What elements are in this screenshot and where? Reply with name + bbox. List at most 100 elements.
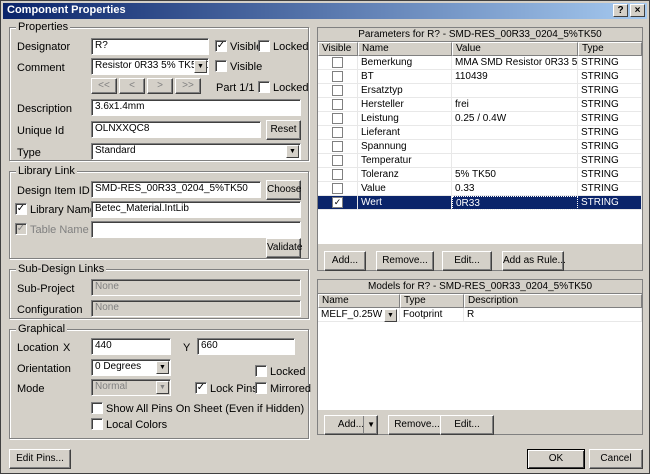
- parameter-row[interactable]: Temperatur STRING: [318, 154, 642, 168]
- part-locked-checkbox[interactable]: [258, 81, 270, 93]
- graphical-locked-checkbox[interactable]: [255, 365, 267, 377]
- value-cell[interactable]: [452, 84, 578, 98]
- visible-cell[interactable]: [318, 154, 358, 168]
- choose-button[interactable]: Choose: [266, 180, 301, 200]
- designator-input[interactable]: R?: [91, 38, 209, 55]
- visible-checkbox[interactable]: [332, 127, 343, 138]
- local-colors-checkbox[interactable]: [91, 418, 103, 430]
- help-button[interactable]: ?: [613, 4, 628, 17]
- parameter-row[interactable]: ✓ Wert 0R33 STRING: [318, 196, 642, 210]
- table-name-input[interactable]: [91, 221, 301, 238]
- sub-project-input[interactable]: None: [91, 279, 301, 296]
- mirrored-checkbox[interactable]: [255, 382, 267, 394]
- visible-checkbox[interactable]: ✓: [332, 197, 343, 208]
- value-cell[interactable]: frei: [452, 98, 578, 112]
- visible-checkbox[interactable]: [332, 155, 343, 166]
- visible-cell[interactable]: [318, 126, 358, 140]
- value-cell[interactable]: 0.25 / 0.4W: [452, 112, 578, 126]
- model-remove-button[interactable]: Remove...: [388, 415, 446, 435]
- lock-pins-checkbox[interactable]: ✓: [195, 382, 207, 394]
- location-y-input[interactable]: 660: [197, 338, 295, 355]
- param-remove-button[interactable]: Remove...: [376, 251, 434, 271]
- visible-cell[interactable]: [318, 98, 358, 112]
- visible-cell[interactable]: [318, 140, 358, 154]
- ok-button[interactable]: OK: [527, 449, 585, 469]
- show-all-pins-checkbox[interactable]: [91, 402, 103, 414]
- column-model-description[interactable]: Description: [464, 294, 642, 308]
- model-row[interactable]: MELF_0.25W ▼ Footprint R: [318, 308, 642, 322]
- param-edit-button[interactable]: Edit...: [442, 251, 492, 271]
- parameter-row[interactable]: Ersatztyp STRING: [318, 84, 642, 98]
- prev-part-button[interactable]: <: [119, 78, 145, 94]
- value-cell[interactable]: 110439: [452, 70, 578, 84]
- library-name-checkbox[interactable]: ✓: [15, 203, 27, 215]
- mode-select[interactable]: Normal ▼: [91, 379, 171, 396]
- visible-cell[interactable]: ✓: [318, 196, 358, 210]
- parameter-row[interactable]: Value 0.33 STRING: [318, 182, 642, 196]
- column-model-type[interactable]: Type: [400, 294, 464, 308]
- table-name-checkbox[interactable]: ✓: [15, 223, 27, 235]
- visible-checkbox[interactable]: [332, 71, 343, 82]
- model-edit-button[interactable]: Edit...: [440, 415, 494, 435]
- last-part-button[interactable]: >>: [175, 78, 201, 94]
- parameter-row[interactable]: BT 110439 STRING: [318, 70, 642, 84]
- reset-button[interactable]: Reset: [266, 120, 301, 140]
- visible-cell[interactable]: [318, 70, 358, 84]
- parameter-row[interactable]: Lieferant STRING: [318, 126, 642, 140]
- visible-cell[interactable]: [318, 84, 358, 98]
- edit-pins-button[interactable]: Edit Pins...: [9, 449, 71, 469]
- unique-id-input[interactable]: OLNXXQC8: [91, 121, 261, 138]
- visible-checkbox[interactable]: [332, 183, 343, 194]
- param-add-button[interactable]: Add...: [324, 251, 366, 271]
- visible-checkbox[interactable]: [332, 85, 343, 96]
- visible-cell[interactable]: [318, 112, 358, 126]
- model-add-button[interactable]: Add... ▼: [324, 415, 378, 435]
- location-x-input[interactable]: 440: [91, 338, 171, 355]
- parameter-row[interactable]: Spannung STRING: [318, 140, 642, 154]
- visible-cell[interactable]: [318, 56, 358, 70]
- value-cell[interactable]: 0.33: [452, 182, 578, 196]
- close-button[interactable]: ×: [630, 4, 645, 17]
- parameter-row[interactable]: BemerkungMMA SMD Resistor 0R33 5% TK50ST…: [318, 56, 642, 70]
- type-select[interactable]: Standard ▼: [91, 143, 301, 160]
- comment-visible-checkbox[interactable]: [215, 60, 227, 72]
- visible-checkbox[interactable]: [332, 99, 343, 110]
- value-cell[interactable]: [452, 154, 578, 168]
- designator-visible-checkbox[interactable]: ✓: [215, 40, 227, 52]
- visible-cell[interactable]: [318, 168, 358, 182]
- column-value[interactable]: Value: [452, 42, 578, 56]
- mode-label: Mode: [17, 383, 45, 395]
- column-name[interactable]: Name: [358, 42, 452, 56]
- configuration-input[interactable]: None: [91, 300, 301, 317]
- validate-button[interactable]: Validate: [266, 238, 302, 258]
- orientation-select[interactable]: 0 Degrees ▼: [91, 359, 171, 376]
- column-type[interactable]: Type: [578, 42, 642, 56]
- chevron-down-icon[interactable]: ▼: [384, 309, 397, 322]
- description-input[interactable]: 3.6x1.4mm: [91, 99, 301, 116]
- value-cell[interactable]: MMA SMD Resistor 0R33 5% TK50: [452, 56, 578, 70]
- visible-checkbox[interactable]: [332, 57, 343, 68]
- value-cell[interactable]: [452, 126, 578, 140]
- value-cell[interactable]: [452, 140, 578, 154]
- next-part-button[interactable]: >: [147, 78, 173, 94]
- parameter-row[interactable]: Toleranz 5% TK50 STRING: [318, 168, 642, 182]
- first-part-button[interactable]: <<: [91, 78, 117, 94]
- column-visible[interactable]: Visible: [318, 42, 358, 56]
- visible-cell[interactable]: [318, 182, 358, 196]
- model-name-cell[interactable]: MELF_0.25W ▼: [318, 308, 400, 322]
- cancel-button[interactable]: Cancel: [589, 449, 643, 469]
- library-name-input[interactable]: Betec_Material.IntLib: [91, 201, 301, 218]
- designator-locked-checkbox[interactable]: [258, 40, 270, 52]
- parameter-row[interactable]: Hersteller frei STRING: [318, 98, 642, 112]
- add-as-rule-button[interactable]: Add as Rule...: [502, 251, 566, 271]
- chevron-down-icon: ▼: [156, 361, 169, 374]
- design-item-id-input[interactable]: SMD-RES_00R33_0204_5%TK50: [91, 181, 261, 198]
- visible-checkbox[interactable]: [332, 169, 343, 180]
- visible-checkbox[interactable]: [332, 141, 343, 152]
- value-cell[interactable]: 5% TK50: [452, 168, 578, 182]
- visible-checkbox[interactable]: [332, 113, 343, 124]
- value-cell[interactable]: 0R33: [452, 196, 578, 210]
- column-model-name[interactable]: Name: [318, 294, 400, 308]
- comment-select[interactable]: Resistor 0R33 5% TK50 0.25 ▼: [91, 58, 209, 75]
- parameter-row[interactable]: Leistung 0.25 / 0.4W STRING: [318, 112, 642, 126]
